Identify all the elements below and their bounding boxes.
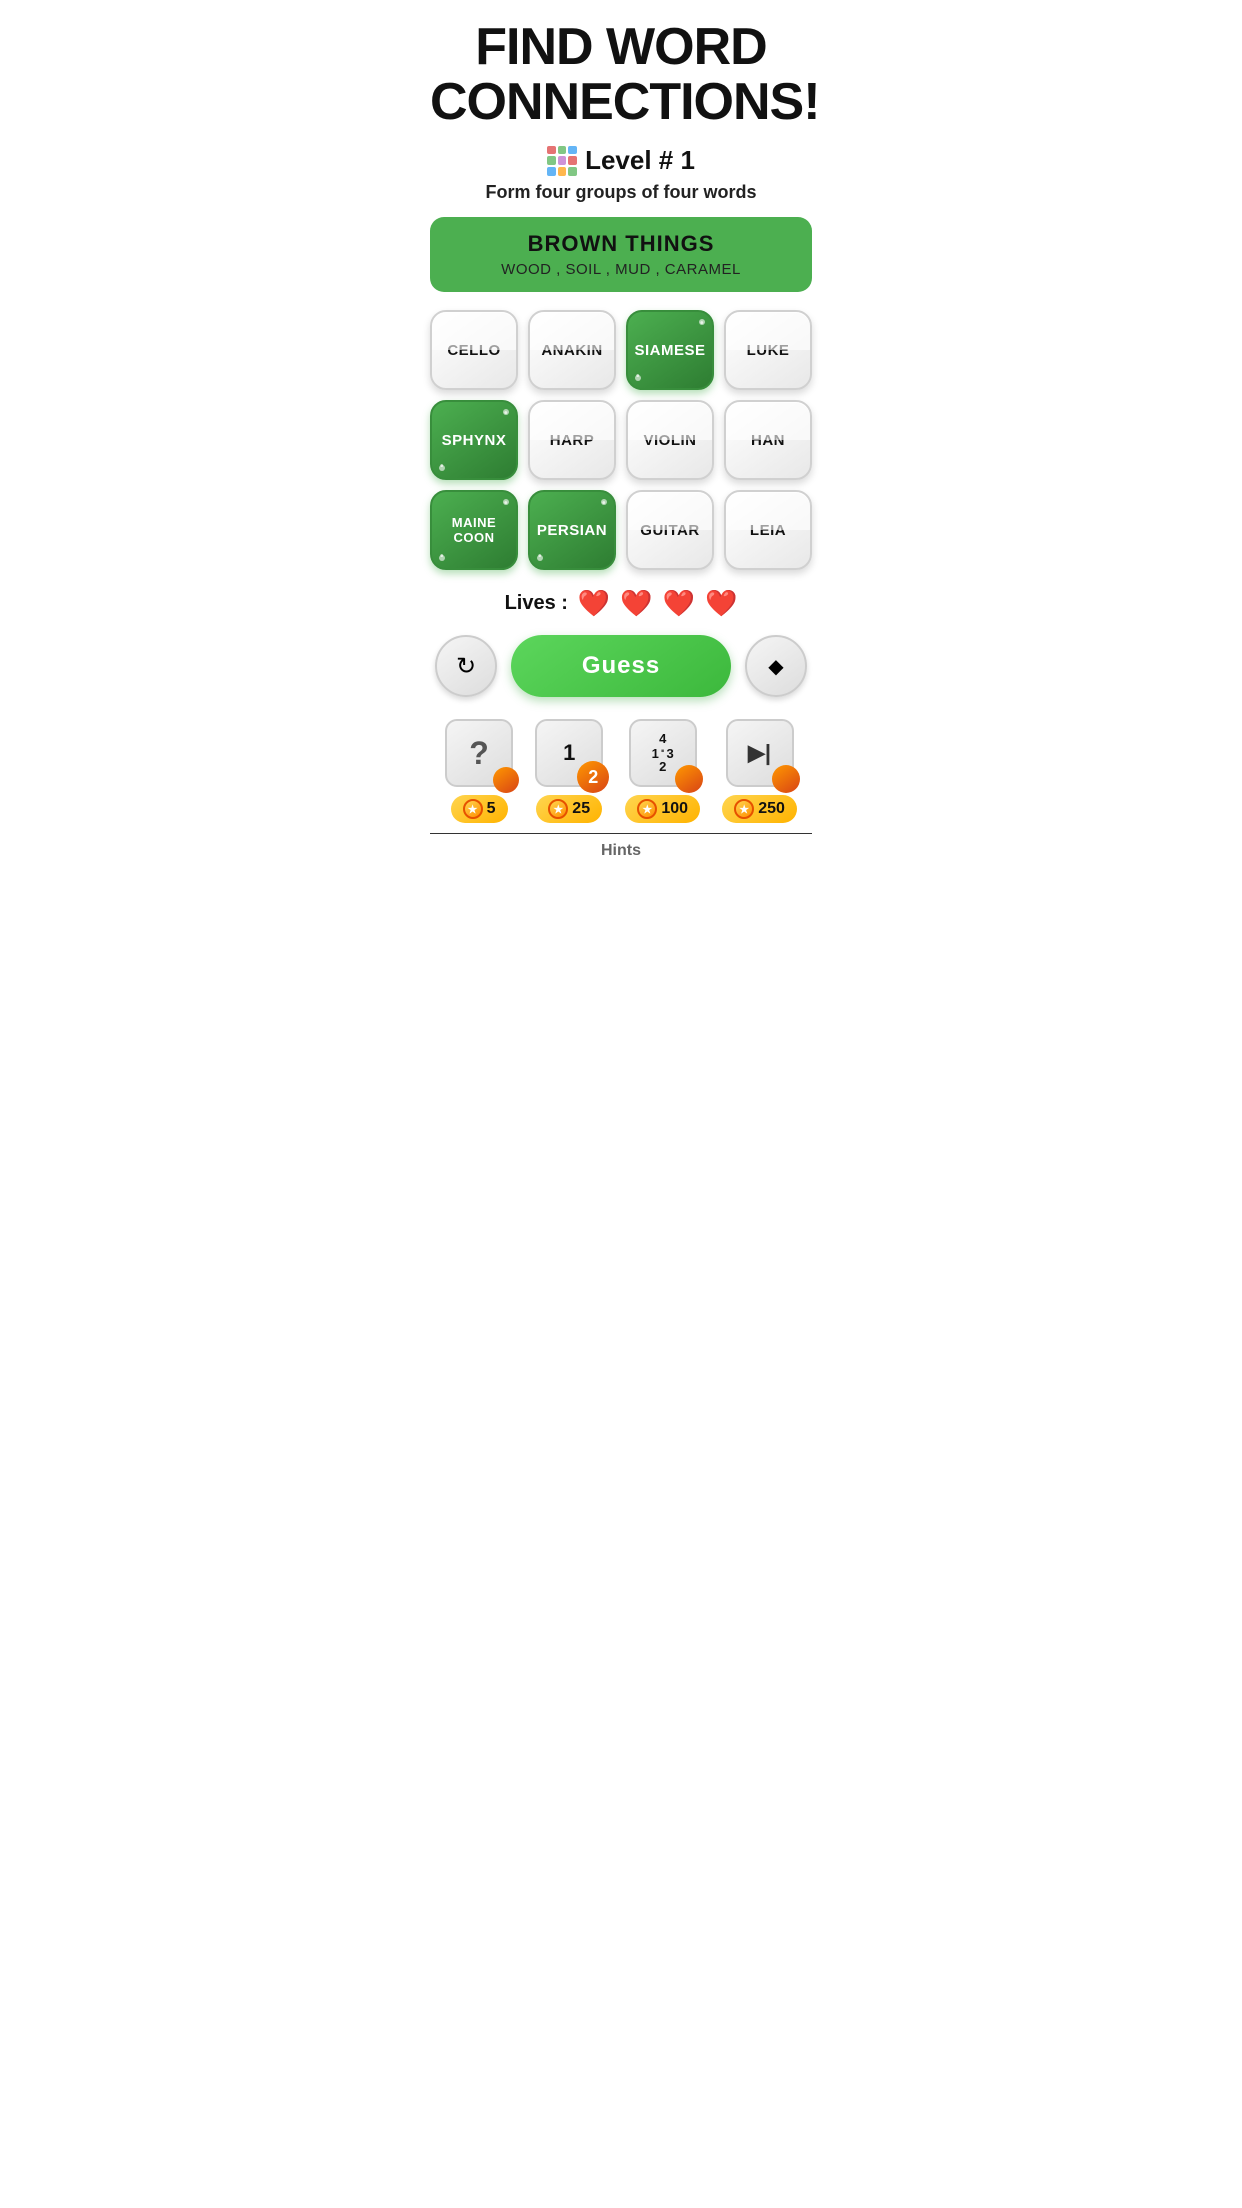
coin-icon-1: ★ <box>463 799 483 819</box>
hint-sort[interactable]: 4 1▪3 2 ★ 100 <box>625 719 700 823</box>
level-grid-icon <box>547 146 577 176</box>
completed-group-banner: BROWN THINGS WOOD , SOIL , MUD , CARAMEL <box>430 217 812 292</box>
tile-sphynx[interactable]: SPHYNX <box>430 400 518 480</box>
hints-row: ? ★ 5 1 2 ★ 25 4 1▪3 <box>430 719 812 823</box>
coin-icon-4: ★ <box>734 799 754 819</box>
hint-swap-icon: 1 2 <box>535 719 603 787</box>
group-title: BROWN THINGS <box>446 231 796 257</box>
divider <box>430 833 812 834</box>
lives-label: Lives : <box>505 592 568 615</box>
lives-row: Lives : ❤️ ❤️ ❤️ ❤️ <box>430 588 812 619</box>
tile-leia[interactable]: LEIA <box>724 490 812 570</box>
tile-cello[interactable]: CELLO <box>430 310 518 390</box>
tile-persian[interactable]: PERSIAN <box>528 490 616 570</box>
hint-sort-cost: ★ 100 <box>625 795 700 823</box>
shuffle-button[interactable]: ↻ <box>435 635 497 697</box>
guess-button[interactable]: Guess <box>511 635 731 697</box>
page-title: FIND WORD CONNECTIONS! <box>430 20 812 129</box>
coin-icon-3: ★ <box>637 799 657 819</box>
level-row: Level # 1 <box>430 145 812 176</box>
life-1: ❤️ <box>578 588 610 619</box>
tile-han[interactable]: HAN <box>724 400 812 480</box>
level-text: Level # 1 <box>585 145 695 176</box>
life-2: ❤️ <box>620 588 652 619</box>
tile-siamese[interactable]: SIAMESE <box>626 310 714 390</box>
erase-icon: ◆ <box>768 654 783 679</box>
hints-label: Hints <box>430 838 812 868</box>
hint-reveal-cost: ★ 5 <box>451 795 508 823</box>
hint-skip-cost: ★ 250 <box>722 795 797 823</box>
action-row: ↻ Guess ◆ <box>430 635 812 697</box>
erase-button[interactable]: ◆ <box>745 635 807 697</box>
coin-icon-2: ★ <box>548 799 568 819</box>
word-grid: CELLO ANAKIN SIAMESE LUKE SPHYNX HARP VI… <box>430 310 812 570</box>
group-words: WOOD , SOIL , MUD , CARAMEL <box>446 261 796 278</box>
tile-anakin[interactable]: ANAKIN <box>528 310 616 390</box>
tile-harp[interactable]: HARP <box>528 400 616 480</box>
hint-skip-icon: ▶| <box>726 719 794 787</box>
shuffle-icon: ↻ <box>456 652 476 681</box>
life-3: ❤️ <box>663 588 695 619</box>
tile-guitar[interactable]: GUITAR <box>626 490 714 570</box>
tile-violin[interactable]: VIOLIN <box>626 400 714 480</box>
subtitle: Form four groups of four words <box>430 182 812 203</box>
hint-swap[interactable]: 1 2 ★ 25 <box>535 719 603 823</box>
hint-sort-icon: 4 1▪3 2 <box>629 719 697 787</box>
hint-reveal-icon: ? <box>445 719 513 787</box>
life-4: ❤️ <box>705 588 737 619</box>
hint-skip[interactable]: ▶| ★ 250 <box>722 719 797 823</box>
hint-reveal[interactable]: ? ★ 5 <box>445 719 513 823</box>
tile-maine-coon[interactable]: MAINECOON <box>430 490 518 570</box>
tile-luke[interactable]: LUKE <box>724 310 812 390</box>
hint-swap-cost: ★ 25 <box>536 795 602 823</box>
